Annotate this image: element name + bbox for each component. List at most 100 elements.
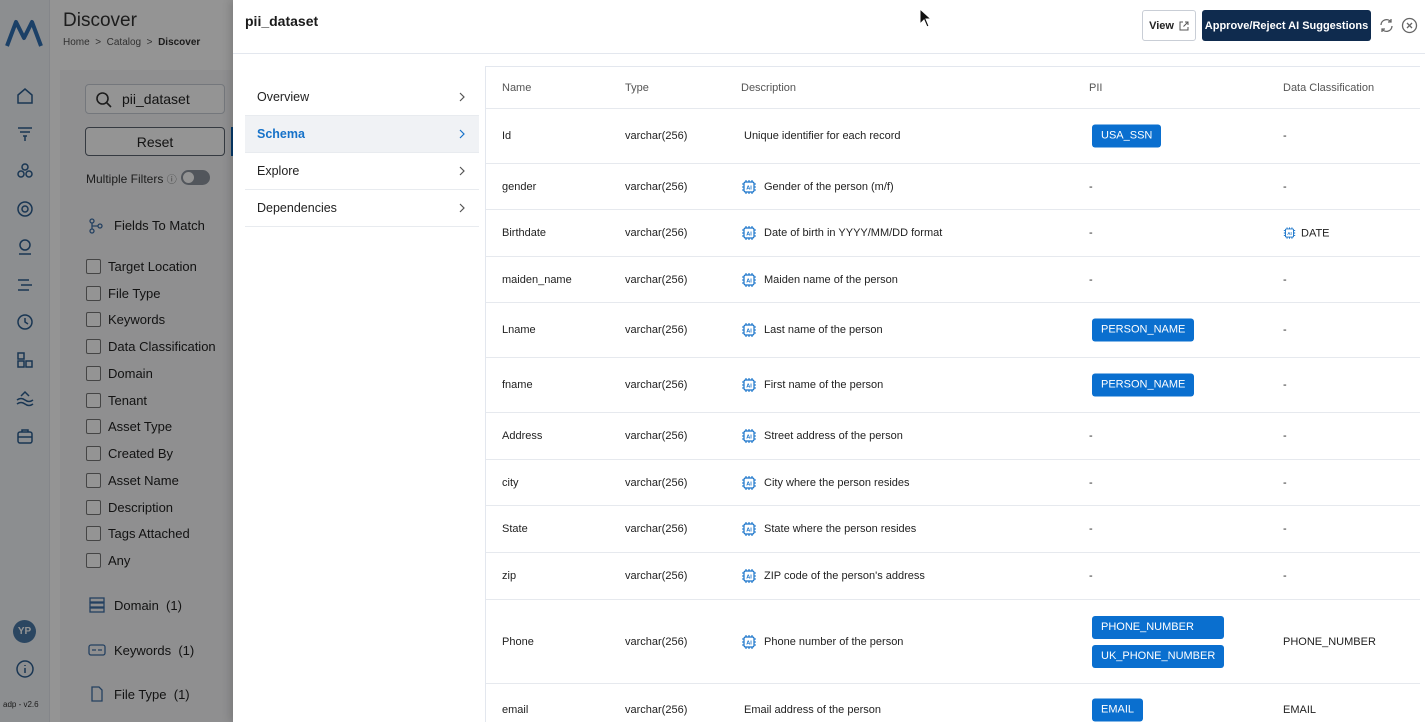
table-row: Id varchar(256) Unique identifier for each…	[486, 109, 1420, 164]
pii-empty: -	[1089, 476, 1093, 489]
column-name: State	[502, 523, 528, 535]
pii-empty: -	[1089, 227, 1093, 239]
column-description: AI First name of the person	[741, 377, 883, 393]
ai-suggestion-icon[interactable]: AI	[741, 179, 757, 195]
pii-cell: EMAIL	[1089, 695, 1144, 722]
column-type: varchar(256)	[625, 523, 688, 535]
nav-overview[interactable]: Overview	[245, 79, 479, 116]
column-type: varchar(256)	[625, 180, 688, 193]
col-data-classification[interactable]: Data Classification	[1283, 82, 1374, 94]
pii-tag[interactable]: EMAIL	[1092, 698, 1144, 721]
column-name: email	[502, 703, 529, 716]
column-type: varchar(256)	[625, 430, 688, 442]
pii-cell: -	[1089, 227, 1093, 239]
pii-tag[interactable]: PHONE_NUMBER	[1092, 615, 1225, 639]
pii-cell: PERSON_NAME	[1089, 316, 1195, 345]
column-type: varchar(256)	[625, 703, 688, 716]
col-pii[interactable]: PII	[1089, 82, 1102, 94]
drawer-header: pii_dataset View Approve/Reject AI Sugge…	[233, 0, 1425, 54]
data-classification-cell: AI DATE	[1283, 227, 1330, 240]
column-description: AI Gender of the person (m/f)	[741, 179, 894, 195]
svg-text:AI: AI	[746, 574, 752, 580]
column-description: AI City where the person resides	[741, 475, 910, 491]
column-name: Birthdate	[502, 227, 547, 239]
pii-tag[interactable]: USA_SSN	[1092, 124, 1162, 148]
pii-cell: USA_SSN	[1089, 122, 1162, 151]
table-row: email varchar(256) Email address of the pe…	[486, 684, 1420, 722]
column-type: varchar(256)	[625, 635, 688, 648]
column-description: Unique identifier for each record	[744, 130, 901, 142]
column-name: gender	[502, 180, 537, 193]
column-type: varchar(256)	[625, 324, 688, 336]
schema-table: Name Type Description PII Data Classific…	[485, 66, 1420, 722]
close-icon[interactable]	[1401, 17, 1418, 34]
ai-suggestion-icon[interactable]: AI	[741, 322, 757, 338]
nav-schema[interactable]: Schema	[245, 116, 479, 153]
pii-tag[interactable]: PERSON_NAME	[1092, 373, 1195, 397]
ai-suggestion-icon[interactable]: AI	[741, 377, 757, 393]
data-classification-cell: -	[1283, 476, 1287, 489]
pii-empty: -	[1089, 570, 1093, 582]
data-classification-cell: -	[1283, 180, 1287, 193]
column-description: Email address of the person	[744, 703, 881, 716]
column-description: AI ZIP code of the person's address	[741, 568, 925, 584]
ai-suggestion-icon[interactable]: AI	[741, 272, 757, 288]
ai-suggestion-icon[interactable]: AI	[741, 568, 757, 584]
pii-cell: PHONE_NUMBER UK_PHONE_NUMBER	[1089, 613, 1225, 671]
modal-backdrop[interactable]	[0, 0, 233, 722]
column-name: Address	[502, 430, 543, 442]
asset-drawer: pii_dataset View Approve/Reject AI Sugge…	[233, 0, 1425, 722]
data-classification-cell: -	[1283, 430, 1287, 442]
pii-tag[interactable]: PERSON_NAME	[1092, 318, 1195, 342]
chevron-right-icon	[459, 166, 465, 176]
col-description[interactable]: Description	[741, 82, 796, 94]
data-classification-cell: -	[1283, 324, 1287, 336]
data-classification-cell: -	[1283, 273, 1287, 286]
pii-empty: -	[1089, 430, 1093, 442]
column-type: varchar(256)	[625, 273, 688, 286]
approve-reject-ai-button[interactable]: Approve/Reject AI Suggestions	[1202, 10, 1371, 41]
pii-cell: PERSON_NAME	[1089, 371, 1195, 400]
view-button[interactable]: View	[1142, 10, 1196, 41]
chevron-right-icon	[459, 92, 465, 102]
table-row: fname varchar(256) AI First name of the per…	[486, 358, 1420, 413]
ai-suggestion-icon[interactable]: AI	[741, 475, 757, 491]
svg-text:AI: AI	[746, 527, 752, 533]
svg-text:AI: AI	[746, 434, 752, 440]
pii-cell: -	[1089, 274, 1093, 286]
column-description: AI Street address of the person	[741, 428, 903, 444]
col-name[interactable]: Name	[502, 82, 531, 94]
external-link-icon	[1179, 21, 1189, 30]
nav-explore[interactable]: Explore	[245, 153, 479, 190]
refresh-icon[interactable]	[1378, 17, 1395, 34]
chevron-right-icon	[459, 129, 465, 139]
ai-suggestion-icon[interactable]: AI	[741, 225, 757, 241]
pii-cell: -	[1089, 523, 1093, 535]
ai-suggestion-icon[interactable]: AI	[741, 428, 757, 444]
column-description: AI Last name of the person	[741, 322, 883, 338]
pii-tag[interactable]: UK_PHONE_NUMBER	[1092, 644, 1225, 668]
column-type: varchar(256)	[625, 130, 688, 142]
pii-empty: -	[1089, 180, 1093, 193]
column-name: city	[502, 476, 519, 489]
nav-dependencies[interactable]: Dependencies	[245, 190, 479, 227]
column-type: varchar(256)	[625, 476, 688, 489]
table-row: city varchar(256) AI City where the person …	[486, 460, 1420, 506]
column-name: Id	[502, 130, 512, 142]
pii-cell: -	[1089, 181, 1093, 193]
column-description: AI State where the person resides	[741, 521, 916, 537]
mouse-cursor-icon	[919, 8, 933, 28]
pii-empty: -	[1089, 273, 1093, 286]
ai-suggestion-icon[interactable]: AI	[741, 634, 757, 650]
svg-text:AI: AI	[746, 231, 752, 237]
table-row: Lname varchar(256) AI Last name of the pers…	[486, 303, 1420, 358]
table-row: zip varchar(256) AI ZIP code of the person'…	[486, 553, 1420, 600]
col-type[interactable]: Type	[625, 82, 649, 94]
column-name: zip	[502, 570, 517, 582]
data-classification-cell: -	[1283, 570, 1287, 582]
pii-empty: -	[1089, 523, 1093, 535]
ai-suggestion-icon[interactable]: AI	[741, 521, 757, 537]
drawer-nav: Overview Schema Explore Dependencies	[245, 79, 479, 227]
ai-suggestion-icon[interactable]: AI	[1283, 227, 1296, 240]
table-row: Birthdate varchar(256) AI Date of birth in …	[486, 210, 1420, 257]
